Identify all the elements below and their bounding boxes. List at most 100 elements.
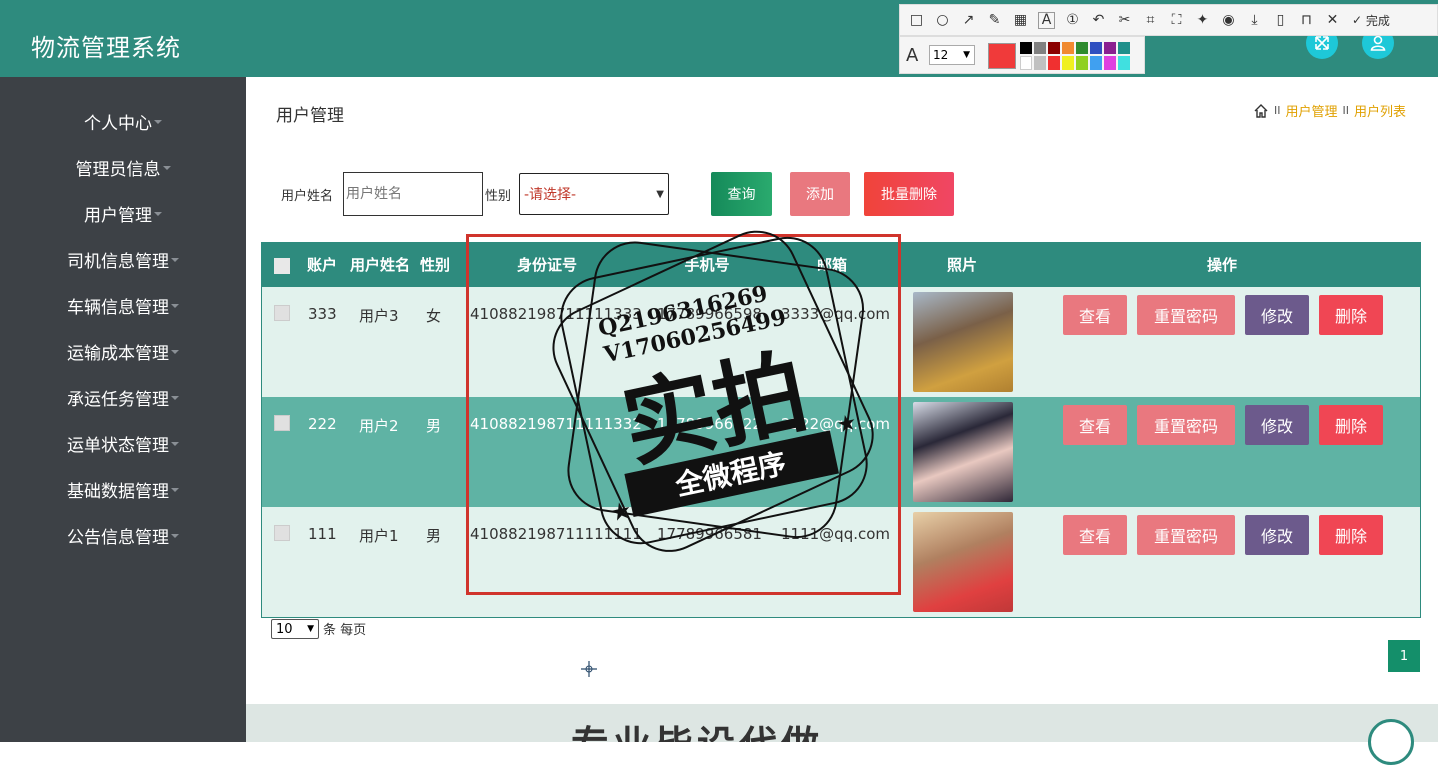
cell-id-card: 410882198711111332 — [470, 415, 642, 433]
caret-down-icon — [171, 258, 179, 262]
sidebar-item-label: 公告信息管理 — [67, 527, 169, 548]
sidebar-item-driver-info[interactable]: 司机信息管理 — [0, 236, 246, 282]
cell-email: 3333@qq.com — [781, 305, 891, 323]
caret-down-icon — [154, 120, 162, 124]
header-photo: 照片 — [946, 256, 977, 274]
font-size-value: 12 — [933, 48, 949, 62]
sidebar-item-personal-center[interactable]: 个人中心 — [0, 98, 246, 144]
screenshot-toolbar: □ ○ ↗ ✎ ▦ A ① ↶ ✂ ⌗ ⛶ ✦ ◉ ⤓ ▯ ⊓ ✕ ✓ 完成 — [899, 4, 1438, 36]
cell-email: 2222@qq.com — [781, 415, 891, 433]
reset-password-button[interactable]: 重置密码 — [1137, 515, 1235, 555]
sidebar-item-waybill-status[interactable]: 运单状态管理 — [0, 420, 246, 466]
sidebar-item-carrier-task[interactable]: 承运任务管理 — [0, 374, 246, 420]
edit-button[interactable]: 修改 — [1245, 295, 1309, 335]
arrow-tool-icon[interactable]: ↗ — [960, 12, 977, 29]
query-button[interactable]: 查询 — [711, 172, 772, 216]
sidebar-item-label: 运输成本管理 — [67, 343, 169, 364]
phone-icon[interactable]: ▯ — [1272, 12, 1289, 29]
sidebar-item-label: 运单状态管理 — [67, 435, 169, 456]
reset-password-button[interactable]: 重置密码 — [1137, 405, 1235, 445]
user-name-input[interactable] — [343, 172, 483, 216]
reset-password-button[interactable]: 重置密码 — [1137, 295, 1235, 335]
cell-gender: 女 — [426, 307, 442, 325]
select-all-checkbox[interactable] — [274, 258, 290, 274]
cell-account: 333 — [308, 305, 337, 323]
caret-down-icon — [171, 396, 179, 400]
done-button[interactable]: ✓ 完成 — [1352, 12, 1390, 29]
main-content: 用户管理 II 用户管理 II 用户列表 用户姓名 性别 -请选择- ▼ 查询 … — [246, 77, 1438, 765]
sidebar-item-label: 基础数据管理 — [67, 481, 169, 502]
pin-icon[interactable]: ✦ — [1194, 12, 1211, 29]
name-label: 用户姓名 — [281, 189, 334, 204]
circle-tool-icon[interactable]: ○ — [934, 12, 951, 29]
sidebar-item-label: 承运任务管理 — [67, 389, 169, 410]
rectangle-tool-icon[interactable]: □ — [908, 12, 925, 29]
screenshot-toolbar-options: A 12 ▼ — [899, 36, 1145, 74]
gender-select[interactable]: -请选择- ▼ — [519, 173, 669, 215]
back-to-top-button[interactable] — [1368, 719, 1414, 765]
delete-button[interactable]: 删除 — [1319, 405, 1383, 445]
bookmark-icon[interactable]: ⊓ — [1298, 12, 1315, 29]
user-table: 账户 用户姓名 性别 身份证号 手机号 邮箱 照片 操作 333 用户3 女 4… — [261, 242, 1421, 618]
sidebar-item-transport-cost[interactable]: 运输成本管理 — [0, 328, 246, 374]
cell-email: 1111@qq.com — [781, 525, 891, 543]
sidebar-item-vehicle-info[interactable]: 车辆信息管理 — [0, 282, 246, 328]
number-tool-icon[interactable]: ① — [1064, 12, 1081, 29]
close-icon[interactable]: ✕ — [1324, 12, 1341, 29]
download-icon[interactable]: ⤓ — [1246, 12, 1263, 29]
gender-select-value: -请选择- — [524, 187, 577, 203]
ocr-icon[interactable]: ⌗ — [1142, 12, 1159, 29]
breadcrumb-separator: II — [1342, 104, 1349, 117]
current-color-swatch[interactable] — [988, 43, 1016, 69]
caret-down-icon — [171, 534, 179, 538]
caret-down-icon — [171, 350, 179, 354]
color-palette[interactable] — [1020, 42, 1138, 70]
delete-button[interactable]: 删除 — [1319, 515, 1383, 555]
undo-icon[interactable]: ↶ — [1090, 12, 1107, 29]
caret-down-icon — [171, 304, 179, 308]
home-icon[interactable] — [1253, 103, 1269, 119]
view-button[interactable]: 查看 — [1063, 515, 1127, 555]
batch-delete-button[interactable]: 批量删除 — [864, 172, 954, 216]
breadcrumb-user-list[interactable]: 用户列表 — [1354, 101, 1406, 120]
sidebar-item-user-management[interactable]: 用户管理 — [0, 190, 246, 236]
footer-banner: 专业毕设代做 — [246, 704, 1438, 742]
delete-button[interactable]: 删除 — [1319, 295, 1383, 335]
header-email: 邮箱 — [816, 256, 847, 274]
sidebar-item-notice-info[interactable]: 公告信息管理 — [0, 512, 246, 558]
user-photo — [913, 512, 1013, 612]
view-button[interactable]: 查看 — [1063, 405, 1127, 445]
caret-down-icon — [162, 166, 171, 170]
user-photo — [913, 292, 1013, 392]
add-button[interactable]: 添加 — [790, 172, 850, 216]
cell-name: 用户3 — [359, 307, 399, 325]
sidebar-item-basic-data[interactable]: 基础数据管理 — [0, 466, 246, 512]
breadcrumb-user-management[interactable]: 用户管理 — [1285, 101, 1337, 120]
breadcrumb-separator: II — [1273, 104, 1281, 117]
mosaic-tool-icon[interactable]: ▦ — [1012, 12, 1029, 29]
edit-button[interactable]: 修改 — [1245, 405, 1309, 445]
text-tool-icon[interactable]: A — [1038, 11, 1055, 29]
page-size-suffix: 条 每页 — [323, 623, 367, 638]
table-row: 333 用户3 女 410882198711111333 17789966598… — [262, 287, 1420, 397]
chevron-down-icon: ▼ — [963, 50, 970, 60]
sidebar-item-label: 司机信息管理 — [67, 251, 169, 272]
cell-id-card: 410882198711111333 — [470, 305, 642, 323]
sidebar-item-admin-info[interactable]: 管理员信息 — [0, 144, 246, 190]
font-size-select[interactable]: 12 ▼ — [929, 45, 975, 65]
edit-button[interactable]: 修改 — [1245, 515, 1309, 555]
view-button[interactable]: 查看 — [1063, 295, 1127, 335]
page-number-button[interactable]: 1 — [1388, 640, 1420, 672]
header-phone: 手机号 — [684, 256, 730, 274]
pen-tool-icon[interactable]: ✎ — [986, 12, 1003, 29]
app-title: 物流管理系统 — [31, 34, 181, 62]
table-header: 账户 用户姓名 性别 身份证号 手机号 邮箱 照片 操作 — [262, 243, 1420, 287]
cut-icon[interactable]: ✂ — [1116, 12, 1133, 29]
row-checkbox[interactable] — [274, 305, 290, 321]
header-actions: 操作 — [1206, 256, 1237, 274]
record-icon[interactable]: ◉ — [1220, 12, 1237, 29]
row-checkbox[interactable] — [274, 415, 290, 431]
page-size-select[interactable]: 10 ▼ — [271, 619, 319, 639]
row-checkbox[interactable] — [274, 525, 290, 541]
capture-icon[interactable]: ⛶ — [1168, 12, 1185, 29]
